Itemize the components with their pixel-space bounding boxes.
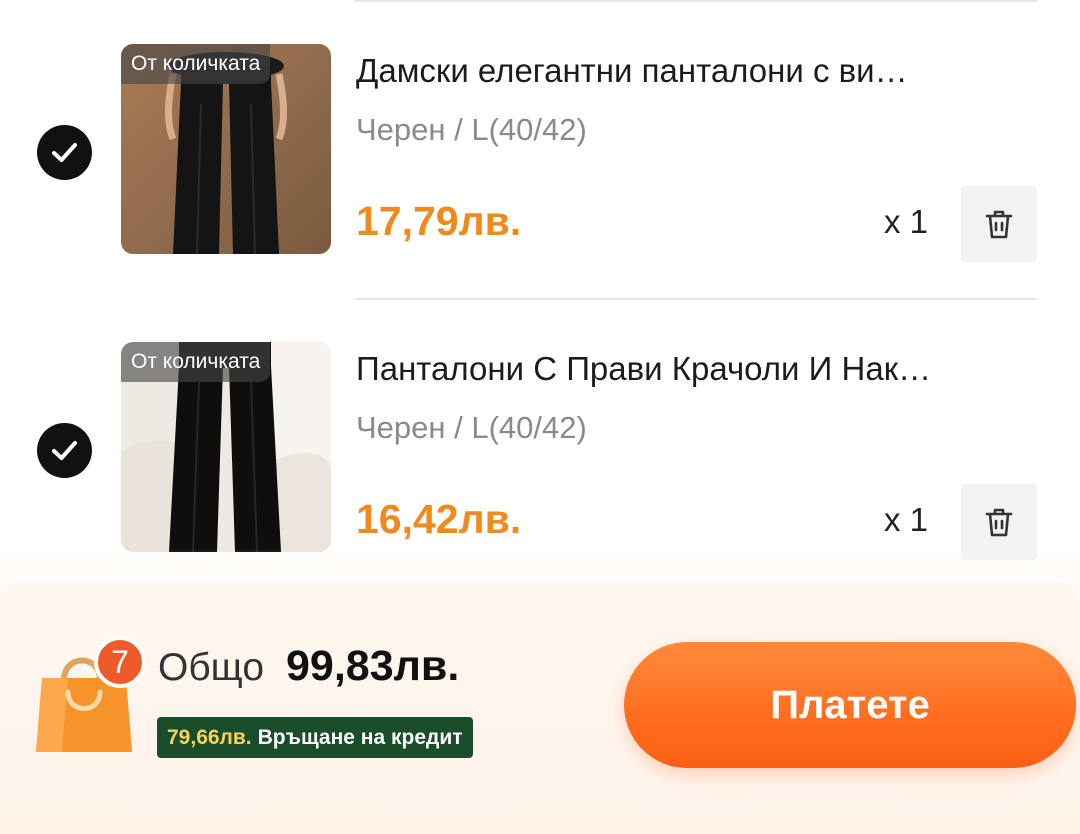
product-quantity[interactable]: x 1: [884, 203, 928, 241]
product-variant[interactable]: Черен / L(40/42): [356, 112, 587, 148]
total-value: 99,83лв.: [286, 642, 460, 690]
cart-count-badge: 7: [94, 636, 146, 688]
cart-item: От количката Панталони С Прави Крачоли И…: [0, 298, 1080, 560]
product-image[interactable]: От количката: [121, 44, 331, 254]
trash-icon: [985, 508, 1013, 537]
cart-item: От количката Дамски елегантни панталони …: [0, 0, 1080, 262]
total-label: Общо: [158, 646, 265, 689]
product-title[interactable]: Панталони С Прави Крачоли И Нак…: [356, 350, 1006, 388]
credit-amount: 79,66лв.: [167, 726, 252, 749]
delete-button[interactable]: [961, 186, 1037, 262]
product-tag: От количката: [121, 44, 271, 84]
check-circle-icon[interactable]: [37, 423, 92, 478]
product-quantity[interactable]: x 1: [884, 501, 928, 539]
product-price: 16,42лв.: [356, 496, 522, 542]
product-variant[interactable]: Черен / L(40/42): [356, 410, 587, 446]
product-tag: От количката: [121, 342, 271, 382]
checkout-page: От количката Дамски елегантни панталони …: [0, 0, 1080, 834]
pay-button[interactable]: Платете: [624, 642, 1076, 768]
credit-badge: 79,66лв. Връщане на кредит: [157, 717, 473, 758]
product-title[interactable]: Дамски елегантни панталони с ви…: [356, 52, 1006, 90]
product-image[interactable]: От количката: [121, 342, 331, 552]
check-circle-icon[interactable]: [37, 125, 92, 180]
trash-icon: [985, 210, 1013, 239]
credit-text: Връщане на кредит: [257, 726, 463, 749]
product-price: 17,79лв.: [356, 198, 522, 244]
